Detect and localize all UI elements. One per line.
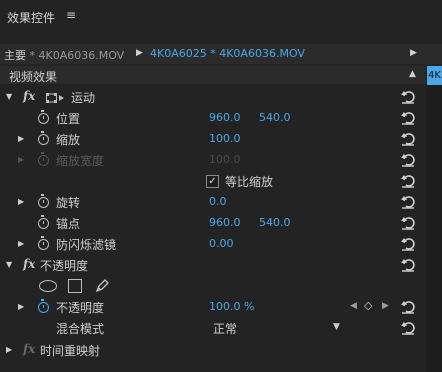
panel-title: 效果控件	[7, 11, 56, 25]
master-clip-tab[interactable]: 主要 * 4K0A6036.MOV	[4, 47, 124, 63]
reset-icon[interactable]	[400, 111, 416, 125]
anti-flicker-value[interactable]: 0.00	[209, 237, 234, 250]
clip-tag: 4K	[427, 66, 442, 85]
property-row-scale[interactable]: ▶ 缩放 100.0	[0, 128, 426, 150]
collapsed-triangle-icon[interactable]: ▶	[18, 239, 24, 248]
property-label: 混合模式	[56, 322, 105, 336]
rectangle-mask-icon[interactable]	[68, 279, 82, 293]
add-keyframe-icon[interactable]: ◇	[364, 299, 372, 312]
property-row-blend-mode[interactable]: 混合模式 正常 ▼	[0, 317, 426, 339]
property-row-anti-flicker[interactable]: ▶ 防闪烁滤镜 0.00	[0, 233, 426, 255]
stopwatch-icon[interactable]	[38, 131, 49, 145]
video-effects-label: 视频效果	[9, 70, 58, 84]
reset-icon[interactable]	[400, 90, 416, 104]
reset-icon[interactable]	[400, 321, 416, 335]
blend-mode-value: 正常	[213, 322, 238, 336]
timeline-area[interactable]	[426, 66, 442, 372]
pen-mask-icon[interactable]	[94, 277, 110, 293]
reset-icon[interactable]	[400, 153, 416, 167]
fx-icon[interactable]: fx	[23, 89, 35, 103]
anchor-y-value[interactable]: 540.0	[259, 216, 291, 229]
sequence-clip-tab[interactable]: 4K0A6025 * 4K0A6036.MOV	[150, 47, 305, 60]
scale-value[interactable]: 100.0	[209, 132, 241, 145]
property-row-anchor[interactable]: 锚点 960.0 540.0	[0, 212, 426, 234]
collapsed-triangle-icon[interactable]: ▶	[18, 134, 24, 143]
property-row-position[interactable]: 位置 960.0 540.0	[0, 107, 426, 129]
opacity-value[interactable]: 100.0 %	[209, 300, 254, 313]
property-row-rotation[interactable]: ▶ 旋转 0.0	[0, 191, 426, 213]
stopwatch-icon[interactable]	[38, 215, 49, 229]
property-label: 位置	[56, 112, 81, 126]
property-label: 防闪烁滤镜	[56, 238, 117, 252]
property-label: 缩放	[56, 133, 81, 147]
master-label: 主要	[4, 49, 26, 62]
effect-row-time-remap[interactable]: ▶ fx 时间重映射	[0, 339, 426, 361]
reset-icon[interactable]	[400, 300, 416, 314]
master-clip-name: * 4K0A6036.MOV	[26, 49, 125, 62]
stopwatch-icon[interactable]	[38, 236, 49, 250]
blend-mode-dropdown[interactable]: 正常 ▼	[209, 319, 345, 337]
mask-tools-row	[0, 275, 426, 297]
effect-row-motion[interactable]: ▼ fx 运动	[0, 86, 426, 108]
effect-label: 不透明度	[40, 259, 89, 273]
checkbox-label: 等比缩放	[225, 175, 274, 189]
collapse-up-icon[interactable]: ▲	[409, 69, 416, 79]
collapsed-triangle-icon[interactable]: ▶	[18, 197, 24, 206]
timeline-toggle-icon[interactable]: ▶	[410, 48, 417, 58]
chevron-down-icon: ▼	[333, 322, 340, 332]
prev-keyframe-icon[interactable]: ◀	[350, 301, 357, 311]
reset-icon[interactable]	[400, 216, 416, 230]
uniform-scale-checkbox[interactable]: ✓	[206, 175, 219, 188]
expanded-triangle-icon[interactable]: ▼	[6, 260, 12, 269]
video-effects-header	[0, 66, 426, 84]
reset-icon[interactable]	[400, 132, 416, 146]
tab-separator-icon: ▶	[136, 48, 143, 58]
stopwatch-icon[interactable]	[38, 110, 49, 124]
transform-icon[interactable]	[46, 92, 64, 103]
property-row-opacity[interactable]: ▶ 不透明度 100.0 % ◀ ◇ ▶	[0, 296, 426, 318]
reset-icon[interactable]	[400, 237, 416, 251]
effect-label: 时间重映射	[40, 344, 101, 358]
rotation-value[interactable]: 0.0	[209, 195, 227, 208]
property-label: 缩放宽度	[56, 154, 105, 168]
collapsed-triangle-icon: ▶	[18, 155, 25, 164]
reset-icon[interactable]	[400, 174, 416, 188]
position-y-value[interactable]: 540.0	[259, 111, 291, 124]
position-x-value[interactable]: 960.0	[209, 111, 241, 124]
panel-menu-icon[interactable]: ≡	[66, 8, 76, 22]
stopwatch-icon	[38, 152, 49, 166]
anchor-x-value[interactable]: 960.0	[209, 216, 241, 229]
fx-icon[interactable]: fx	[23, 342, 35, 356]
property-label: 旋转	[56, 196, 81, 210]
reset-icon[interactable]	[400, 195, 416, 209]
collapsed-triangle-icon[interactable]: ▶	[6, 345, 12, 354]
property-row-uniform-scale[interactable]: ✓ 等比缩放	[0, 170, 426, 192]
stopwatch-icon[interactable]	[38, 194, 49, 208]
property-label: 锚点	[56, 217, 81, 231]
ellipse-mask-icon[interactable]	[39, 280, 57, 292]
fx-icon[interactable]: fx	[23, 257, 35, 271]
reset-icon[interactable]	[400, 258, 416, 272]
effect-row-opacity[interactable]: ▼ fx 不透明度	[0, 254, 426, 276]
property-row-scale-width: ▶ 缩放宽度 100.0	[0, 149, 426, 171]
property-label: 不透明度	[56, 301, 105, 315]
collapsed-triangle-icon[interactable]: ▶	[18, 302, 24, 311]
stopwatch-icon[interactable]	[38, 299, 49, 313]
expanded-triangle-icon[interactable]: ▼	[6, 92, 12, 101]
effect-label: 运动	[71, 91, 96, 105]
scale-width-value: 100.0	[209, 153, 241, 166]
next-keyframe-icon[interactable]: ▶	[382, 301, 389, 311]
